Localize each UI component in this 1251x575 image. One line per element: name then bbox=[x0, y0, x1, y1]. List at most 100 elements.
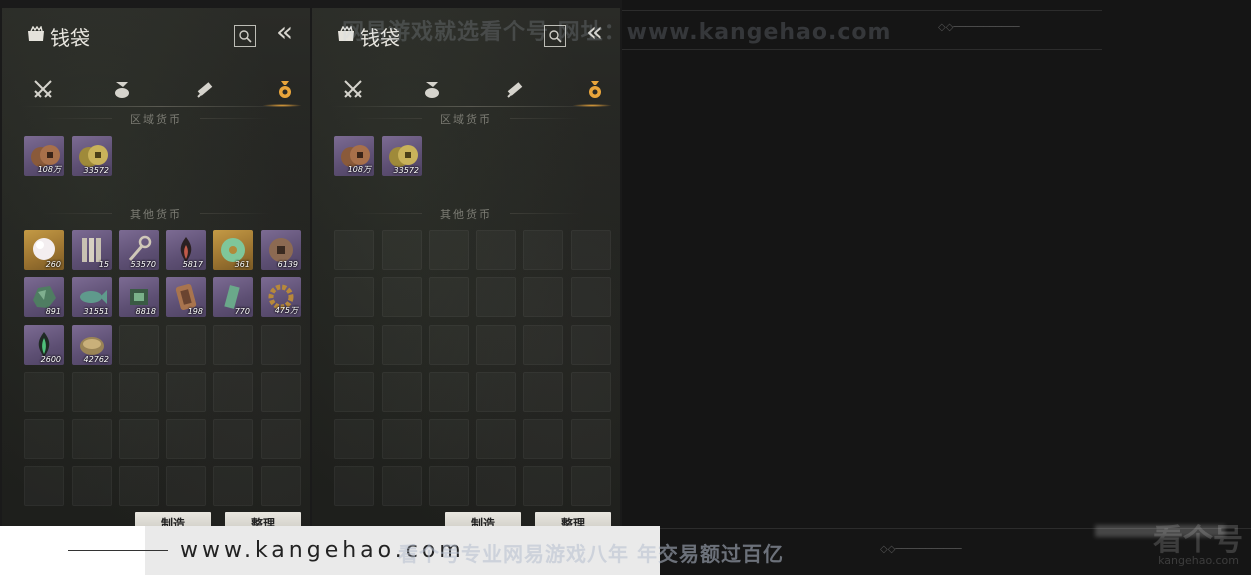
tab-weapons[interactable] bbox=[338, 72, 368, 106]
currency-slot[interactable]: 108万 bbox=[24, 136, 64, 176]
currency-slot[interactable]: 2600 bbox=[24, 325, 64, 365]
empty-slot[interactable] bbox=[523, 419, 563, 459]
empty-slot[interactable] bbox=[523, 372, 563, 412]
empty-slot[interactable] bbox=[382, 277, 422, 317]
diamond-decor-icon: ◇◇─────────── bbox=[880, 544, 962, 555]
empty-slot[interactable] bbox=[334, 466, 374, 506]
currency-slot[interactable]: 15 bbox=[72, 230, 112, 270]
empty-slot[interactable] bbox=[571, 277, 611, 317]
empty-slot[interactable] bbox=[166, 372, 206, 412]
empty-slot[interactable] bbox=[24, 372, 64, 412]
empty-slot[interactable] bbox=[523, 466, 563, 506]
empty-slot[interactable] bbox=[72, 372, 112, 412]
empty-slot[interactable] bbox=[119, 466, 159, 506]
currency-slot[interactable]: 475万 bbox=[261, 277, 301, 317]
currency-slot[interactable]: 108万 bbox=[334, 136, 374, 176]
tab-currency[interactable] bbox=[580, 72, 610, 106]
empty-slot[interactable] bbox=[72, 466, 112, 506]
section-title-other: 其他货币 bbox=[2, 206, 310, 222]
empty-slot[interactable] bbox=[382, 372, 422, 412]
empty-slot[interactable] bbox=[334, 230, 374, 270]
empty-slot[interactable] bbox=[429, 419, 469, 459]
double-chevron-left-icon: « bbox=[276, 15, 294, 48]
empty-slot[interactable] bbox=[119, 372, 159, 412]
currency-slot[interactable]: 770 bbox=[213, 277, 253, 317]
empty-slot[interactable] bbox=[382, 419, 422, 459]
empty-slot[interactable] bbox=[523, 230, 563, 270]
currency-slot[interactable]: 53570 bbox=[119, 230, 159, 270]
empty-slot[interactable] bbox=[166, 466, 206, 506]
empty-slot[interactable] bbox=[24, 419, 64, 459]
empty-slot[interactable] bbox=[429, 277, 469, 317]
currency-slot[interactable]: 33572 bbox=[382, 136, 422, 176]
empty-slot[interactable] bbox=[213, 325, 253, 365]
currency-slot[interactable]: 260 bbox=[24, 230, 64, 270]
empty-slot[interactable] bbox=[213, 419, 253, 459]
empty-slot[interactable] bbox=[571, 325, 611, 365]
empty-slot[interactable] bbox=[261, 325, 301, 365]
empty-slot[interactable] bbox=[261, 372, 301, 412]
collapse-button[interactable]: « bbox=[276, 18, 310, 46]
tab-weapons[interactable] bbox=[28, 72, 58, 106]
empty-slot[interactable] bbox=[119, 419, 159, 459]
currency-slot[interactable]: 198 bbox=[166, 277, 206, 317]
empty-slot[interactable] bbox=[166, 419, 206, 459]
currency-slot[interactable]: 6139 bbox=[261, 230, 301, 270]
tab-scroll[interactable] bbox=[190, 72, 220, 106]
tab-pouch[interactable] bbox=[107, 72, 137, 106]
empty-slot[interactable] bbox=[382, 325, 422, 365]
empty-slot[interactable] bbox=[213, 372, 253, 412]
category-tabs bbox=[2, 70, 310, 110]
empty-slot[interactable] bbox=[382, 230, 422, 270]
empty-slot[interactable] bbox=[382, 466, 422, 506]
empty-slot[interactable] bbox=[334, 419, 374, 459]
currency-slot[interactable]: 42762 bbox=[72, 325, 112, 365]
currency-slot[interactable]: 31551 bbox=[72, 277, 112, 317]
empty-slot[interactable] bbox=[429, 325, 469, 365]
empty-slot[interactable] bbox=[72, 419, 112, 459]
search-button[interactable] bbox=[234, 25, 256, 47]
empty-slot[interactable] bbox=[24, 466, 64, 506]
empty-slot[interactable] bbox=[429, 372, 469, 412]
empty-slot[interactable] bbox=[476, 419, 516, 459]
tab-pouch[interactable] bbox=[417, 72, 447, 106]
currency-slot[interactable]: 891 bbox=[24, 277, 64, 317]
empty-slot[interactable] bbox=[334, 372, 374, 412]
empty-slot[interactable] bbox=[476, 277, 516, 317]
empty-slot[interactable] bbox=[571, 230, 611, 270]
empty-slot[interactable] bbox=[213, 466, 253, 506]
currency-slot[interactable]: 33572 bbox=[72, 136, 112, 176]
wallet-panel: 钱袋 « bbox=[312, 8, 620, 575]
empty-slot[interactable] bbox=[476, 325, 516, 365]
item-quantity: 5817 bbox=[182, 260, 203, 269]
empty-slot[interactable] bbox=[334, 325, 374, 365]
empty-slot[interactable] bbox=[571, 419, 611, 459]
empty-slot[interactable] bbox=[261, 466, 301, 506]
currency-slot[interactable]: 5817 bbox=[166, 230, 206, 270]
empty-slot[interactable] bbox=[476, 230, 516, 270]
item-quantity: 2600 bbox=[40, 355, 61, 364]
empty-slot[interactable] bbox=[119, 325, 159, 365]
tab-currency[interactable] bbox=[270, 72, 300, 106]
item-quantity: 33572 bbox=[393, 166, 419, 175]
empty-slot[interactable] bbox=[476, 466, 516, 506]
empty-slot[interactable] bbox=[523, 325, 563, 365]
empty-slot[interactable] bbox=[166, 325, 206, 365]
tab-scroll[interactable] bbox=[500, 72, 530, 106]
logo-watermark: 看个号 kangehao.com bbox=[1153, 523, 1243, 567]
currency-slot[interactable]: 361 bbox=[213, 230, 253, 270]
empty-slot[interactable] bbox=[334, 277, 374, 317]
empty-slot[interactable] bbox=[571, 372, 611, 412]
empty-slot[interactable] bbox=[571, 466, 611, 506]
watermark-bottom: 看个号专业网易游戏八年 年交易额过百亿 bbox=[398, 542, 784, 566]
currency-slot[interactable]: 8818 bbox=[119, 277, 159, 317]
empty-slot[interactable] bbox=[429, 466, 469, 506]
money-bag-icon bbox=[589, 81, 601, 98]
empty-slot[interactable] bbox=[523, 277, 563, 317]
item-quantity: 108万 bbox=[37, 165, 61, 174]
empty-slot[interactable] bbox=[476, 372, 516, 412]
empty-slot[interactable] bbox=[261, 419, 301, 459]
item-quantity: 33572 bbox=[83, 166, 109, 175]
empty-slot[interactable] bbox=[429, 230, 469, 270]
item-quantity: 891 bbox=[45, 307, 61, 316]
